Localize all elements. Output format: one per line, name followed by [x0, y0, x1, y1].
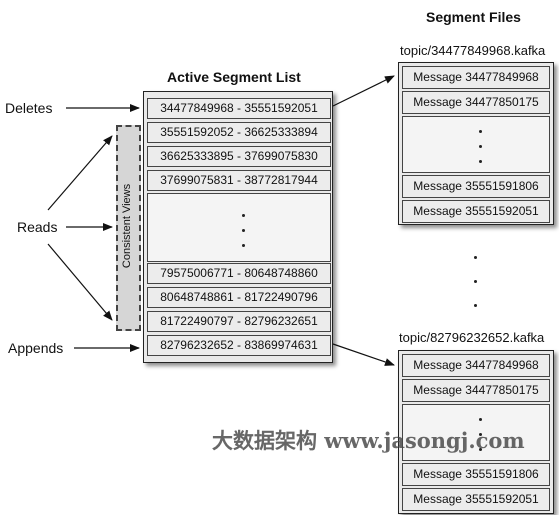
- watermark: 大数据架构 www.jasongj.com: [212, 428, 525, 453]
- reads-arrow-down: [47, 243, 113, 321]
- reads-arrow-up: [47, 135, 113, 211]
- file2-pointer-arrow: [332, 343, 395, 366]
- file1-pointer-arrow: [332, 75, 395, 107]
